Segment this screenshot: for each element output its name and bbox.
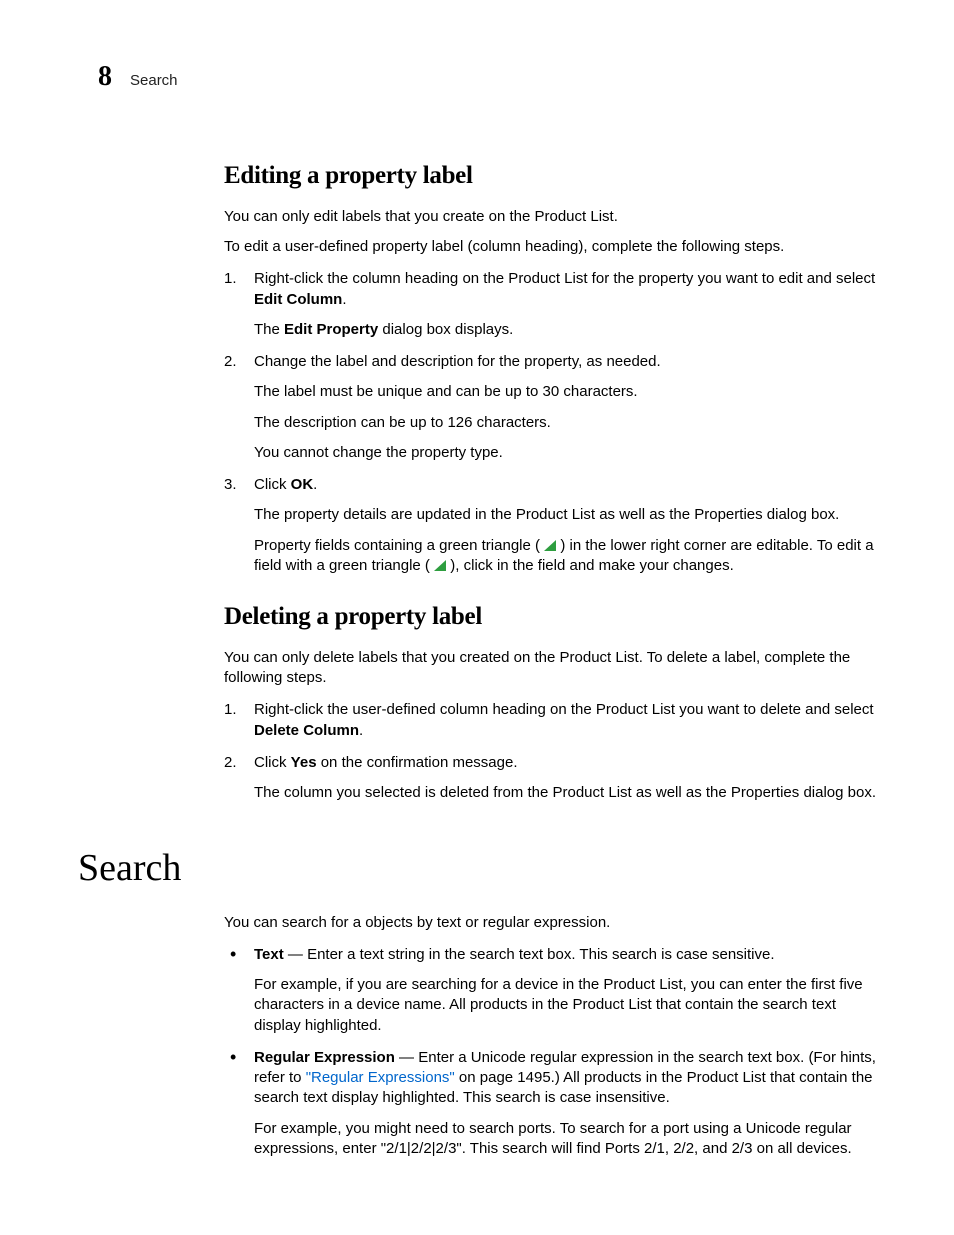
step-subtext: The property details are updated in the …: [254, 505, 876, 525]
bullet-list-search: Text — Enter a text string in the search…: [224, 945, 876, 1159]
step-subtext: The column you selected is deleted from …: [254, 783, 876, 803]
step-text: Right-click the column heading on the Pr…: [254, 270, 875, 307]
step-text: Right-click the user-defined column head…: [254, 701, 874, 738]
heading-search: Search: [78, 843, 876, 894]
step-number: 3.: [224, 475, 237, 495]
list-item: 1. Right-click the column heading on the…: [224, 269, 876, 340]
ordered-list-deleting: 1. Right-click the user-defined column h…: [224, 700, 876, 803]
step-number: 1.: [224, 700, 237, 720]
bullet-subtext: For example, if you are searching for a …: [254, 975, 876, 1036]
list-item: Text — Enter a text string in the search…: [224, 945, 876, 1036]
bullet-text: Regular Expression — Enter a Unicode reg…: [254, 1049, 876, 1107]
green-triangle-icon: [434, 560, 446, 571]
bullet-text: Text — Enter a text string in the search…: [254, 946, 775, 963]
paragraph: You can only delete labels that you crea…: [224, 648, 876, 689]
step-number: 2.: [224, 352, 237, 372]
step-subtext: The label must be unique and can be up t…: [254, 382, 876, 402]
paragraph: You can search for a objects by text or …: [224, 913, 876, 933]
heading-editing-property-label: Editing a property label: [224, 159, 876, 193]
heading-deleting-property-label: Deleting a property label: [224, 600, 876, 634]
list-item: 1. Right-click the user-defined column h…: [224, 700, 876, 741]
chapter-title: Search: [130, 71, 178, 91]
step-number: 2.: [224, 753, 237, 773]
paragraph: To edit a user-defined property label (c…: [224, 237, 876, 257]
bullet-subtext: For example, you might need to search po…: [254, 1119, 876, 1160]
paragraph: You can only edit labels that you create…: [224, 207, 876, 227]
list-item: Regular Expression — Enter a Unicode reg…: [224, 1048, 876, 1159]
step-text: Click OK.: [254, 476, 317, 493]
green-triangle-icon: [544, 540, 556, 551]
step-number: 1.: [224, 269, 237, 289]
list-item: 2. Change the label and description for …: [224, 352, 876, 463]
step-text: Change the label and description for the…: [254, 353, 661, 370]
list-item: 3. Click OK. The property details are up…: [224, 475, 876, 576]
step-text: Click Yes on the confirmation message.: [254, 754, 518, 771]
running-header: 8 Search: [98, 58, 178, 96]
page-content: Editing a property label You can only ed…: [224, 60, 876, 1159]
ordered-list-editing: 1. Right-click the column heading on the…: [224, 269, 876, 576]
regular-expressions-link[interactable]: "Regular Expressions": [306, 1069, 455, 1086]
step-subtext: You cannot change the property type.: [254, 443, 876, 463]
list-item: 2. Click Yes on the confirmation message…: [224, 753, 876, 804]
step-subtext: The Edit Property dialog box displays.: [254, 320, 876, 340]
step-subtext: Property fields containing a green trian…: [254, 536, 876, 577]
step-subtext: The description can be up to 126 charact…: [254, 413, 876, 433]
chapter-number: 8: [98, 58, 112, 96]
